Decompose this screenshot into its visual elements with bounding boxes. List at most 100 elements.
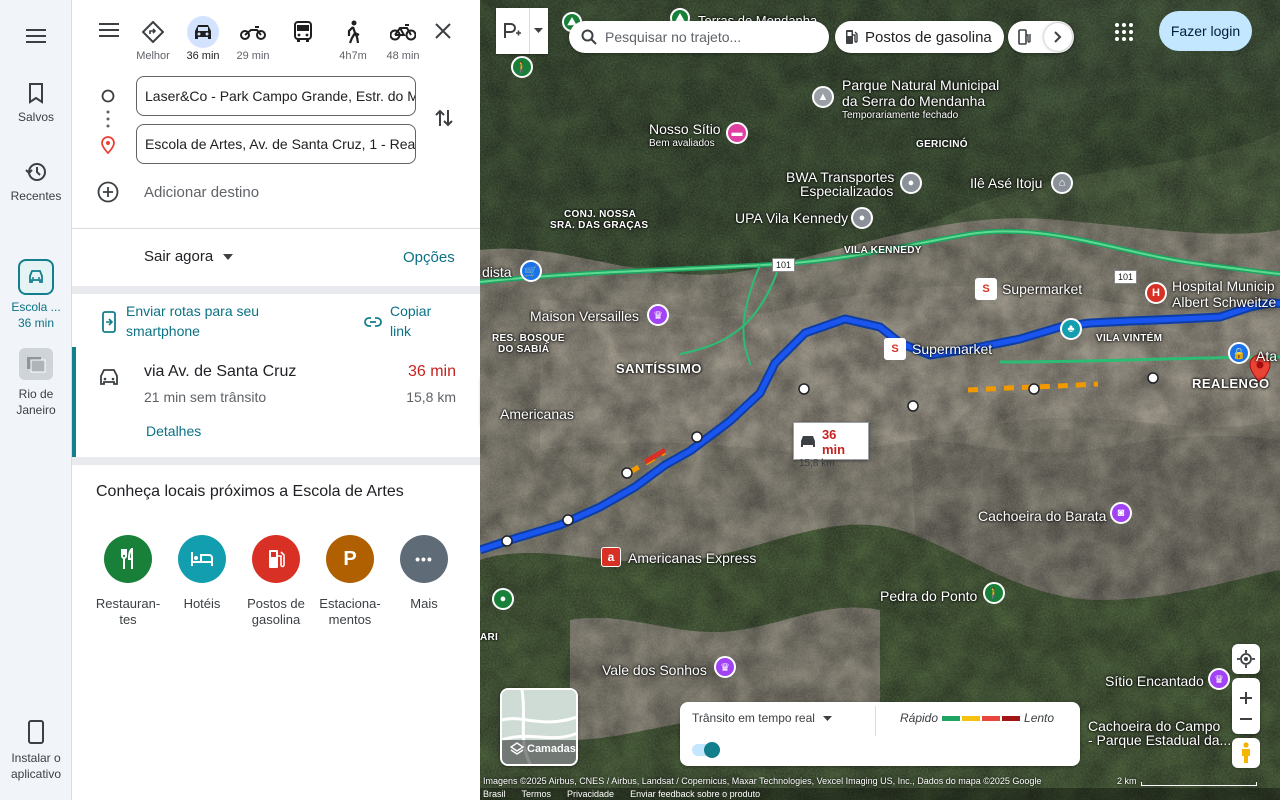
park-icon[interactable]: ▲ bbox=[812, 86, 834, 108]
gas-station-icon bbox=[846, 30, 858, 44]
swap-waypoints-button[interactable] bbox=[432, 106, 456, 135]
map-label: Vale dos Sonhos bbox=[602, 662, 707, 678]
supermarket-logo-icon[interactable]: S bbox=[884, 338, 906, 360]
event-venue-icon[interactable]: ◙ bbox=[1110, 502, 1132, 524]
apps-button[interactable] bbox=[1114, 22, 1134, 47]
mode-motorcycle-label: 29 min bbox=[236, 50, 270, 62]
mode-car-label: 36 min bbox=[186, 50, 220, 62]
route-details-button[interactable]: Detalhes bbox=[146, 423, 201, 439]
poi-pin-icon[interactable]: ● bbox=[900, 172, 922, 194]
mode-walk[interactable]: 4h7m bbox=[331, 16, 375, 63]
supermarket-logo-icon[interactable]: S bbox=[975, 278, 997, 300]
temple-icon[interactable]: ⌂ bbox=[1051, 172, 1073, 194]
menu-button[interactable] bbox=[0, 26, 72, 52]
route-duration-bubble[interactable]: 36 min 15,8 km bbox=[793, 422, 869, 469]
recent-place-item[interactable]: Rio de Janeiro bbox=[0, 348, 72, 418]
chip-ev-charging[interactable] bbox=[1008, 21, 1074, 53]
route-card[interactable]: via Av. de Santa Cruz 36 min 21 min sem … bbox=[72, 347, 480, 457]
search-along-route[interactable]: Pesquisar no trajeto... bbox=[569, 21, 829, 53]
map-label: Pedra do Ponto bbox=[880, 588, 978, 604]
event-venue-icon[interactable]: ♛ bbox=[647, 304, 669, 326]
destination-pin-icon bbox=[101, 136, 115, 154]
options-button[interactable]: Opções bbox=[403, 249, 455, 266]
mode-car[interactable]: 36 min bbox=[181, 16, 225, 63]
nearby-title: Conheça locais próximos a Escola de Arte… bbox=[96, 483, 404, 500]
copy-link-button[interactable]: Copiar link bbox=[390, 301, 450, 341]
ev-charging-icon bbox=[1018, 29, 1031, 45]
route-no-traffic: 21 min sem trânsito bbox=[144, 389, 267, 405]
traffic-toggle[interactable] bbox=[692, 742, 720, 758]
car-icon bbox=[195, 25, 211, 39]
origin-circle-icon bbox=[101, 89, 115, 103]
category-parking[interactable]: P Estaciona-mentos bbox=[315, 535, 385, 628]
zoom-in-icon[interactable] bbox=[1240, 692, 1252, 704]
shopping-cart-icon[interactable]: 🛒 bbox=[520, 260, 542, 282]
recent-route-item[interactable]: Escola ... 36 min bbox=[0, 259, 72, 331]
add-destination-button[interactable]: Adicionar destino bbox=[96, 180, 259, 204]
parking-icon: P bbox=[326, 535, 374, 583]
map-label: VILA KENNEDY bbox=[844, 245, 922, 256]
hospital-icon[interactable]: H bbox=[1145, 282, 1167, 304]
depart-time-dropdown[interactable]: Sair agora bbox=[144, 248, 234, 265]
map-label: Maison Versailles bbox=[530, 308, 639, 324]
travel-modes: Melhor 36 min 29 min 4h7m 48 min bbox=[72, 16, 480, 66]
my-location-button[interactable] bbox=[1232, 644, 1260, 674]
map-label: Ilê Asé Itoju bbox=[970, 175, 1043, 191]
map-label: SRA. DAS GRAÇAS bbox=[550, 220, 649, 231]
login-button[interactable]: Fazer login bbox=[1159, 11, 1252, 51]
parking-toggle-button[interactable] bbox=[496, 8, 548, 54]
panel-menu-button[interactable] bbox=[98, 20, 120, 45]
pegman-icon bbox=[1242, 742, 1250, 763]
category-more[interactable]: ••• Mais bbox=[389, 535, 459, 612]
layers-button[interactable]: Camadas bbox=[500, 688, 578, 766]
route-dots-icon bbox=[106, 110, 110, 128]
event-venue-icon[interactable]: ♛ bbox=[714, 656, 736, 678]
trail-icon[interactable]: 🚶 bbox=[983, 582, 1005, 604]
store-logo-icon[interactable]: a bbox=[601, 547, 621, 567]
layers-icon bbox=[510, 742, 524, 755]
poi-pin-icon[interactable]: ♣ bbox=[1060, 318, 1082, 340]
category-hotels[interactable]: Hotéis bbox=[167, 535, 237, 612]
lock-icon[interactable]: 🔒 bbox=[1228, 342, 1250, 364]
category-restaurants[interactable]: Restauran-tes bbox=[93, 535, 163, 628]
street-view-button[interactable] bbox=[1232, 738, 1260, 768]
destination-input[interactable]: Escola de Artes, Av. de Santa Cruz, 1 - … bbox=[136, 124, 416, 164]
mode-bike[interactable]: 48 min bbox=[381, 16, 425, 63]
bike-icon bbox=[390, 24, 416, 41]
close-directions-button[interactable] bbox=[434, 22, 452, 45]
chip-gas-stations[interactable]: Postos de gasolina bbox=[835, 21, 1004, 53]
best-route-icon bbox=[142, 21, 164, 43]
origin-input[interactable]: Laser&Co - Park Campo Grande, Estr. do M… bbox=[136, 76, 416, 116]
dropdown-arrow-icon bbox=[223, 253, 234, 260]
footer-link-privacy[interactable]: Privacidade bbox=[567, 788, 614, 800]
recent-place-label: Rio de Janeiro bbox=[16, 387, 56, 417]
mode-best[interactable]: Melhor bbox=[131, 16, 175, 63]
map-attribution: Imagens ©2025 Airbus, CNES / Airbus, Lan… bbox=[480, 774, 1280, 788]
divider bbox=[72, 457, 480, 465]
hotel-pin-icon[interactable]: ▬ bbox=[726, 122, 748, 144]
traffic-panel: Trânsito em tempo real Rápido Lento bbox=[680, 702, 1080, 766]
map-label: Supermarket bbox=[912, 341, 993, 357]
motorcycle-icon bbox=[240, 26, 266, 40]
layers-label: Camadas bbox=[527, 743, 576, 755]
traffic-dropdown[interactable]: Trânsito em tempo real bbox=[692, 711, 832, 725]
category-label: Estaciona-mentos bbox=[319, 596, 381, 627]
zoom-out-icon[interactable] bbox=[1240, 718, 1252, 720]
footer-link-country[interactable]: Brasil bbox=[483, 788, 506, 800]
dropdown-arrow-icon bbox=[822, 715, 832, 721]
trail-icon[interactable]: 🚶 bbox=[511, 56, 533, 78]
poi-pin-icon[interactable]: ● bbox=[492, 588, 514, 610]
install-app-button[interactable]: Instalar o aplicativo bbox=[0, 720, 72, 782]
chips-scroll-right-button[interactable] bbox=[1044, 23, 1072, 51]
mode-motorcycle[interactable]: 29 min bbox=[231, 16, 275, 63]
event-venue-icon[interactable]: ♛ bbox=[1208, 668, 1230, 690]
send-to-phone-link[interactable]: Enviar rotas para seu smartphone bbox=[126, 301, 296, 341]
category-gas-stations[interactable]: Postos de gasolina bbox=[241, 535, 311, 628]
recents-button[interactable]: Recentes bbox=[0, 161, 72, 203]
footer-link-feedback[interactable]: Enviar feedback sobre o produto bbox=[630, 788, 760, 800]
hospital-pin-icon[interactable]: ● bbox=[851, 207, 873, 229]
saved-button[interactable]: Salvos bbox=[0, 82, 72, 124]
map-canvas[interactable]: 36 min 15,8 km ⛰ ⛰ Terras de Mendanha 🚶 … bbox=[480, 0, 1280, 800]
footer-link-terms[interactable]: Termos bbox=[522, 788, 552, 800]
mode-transit[interactable] bbox=[281, 16, 325, 50]
